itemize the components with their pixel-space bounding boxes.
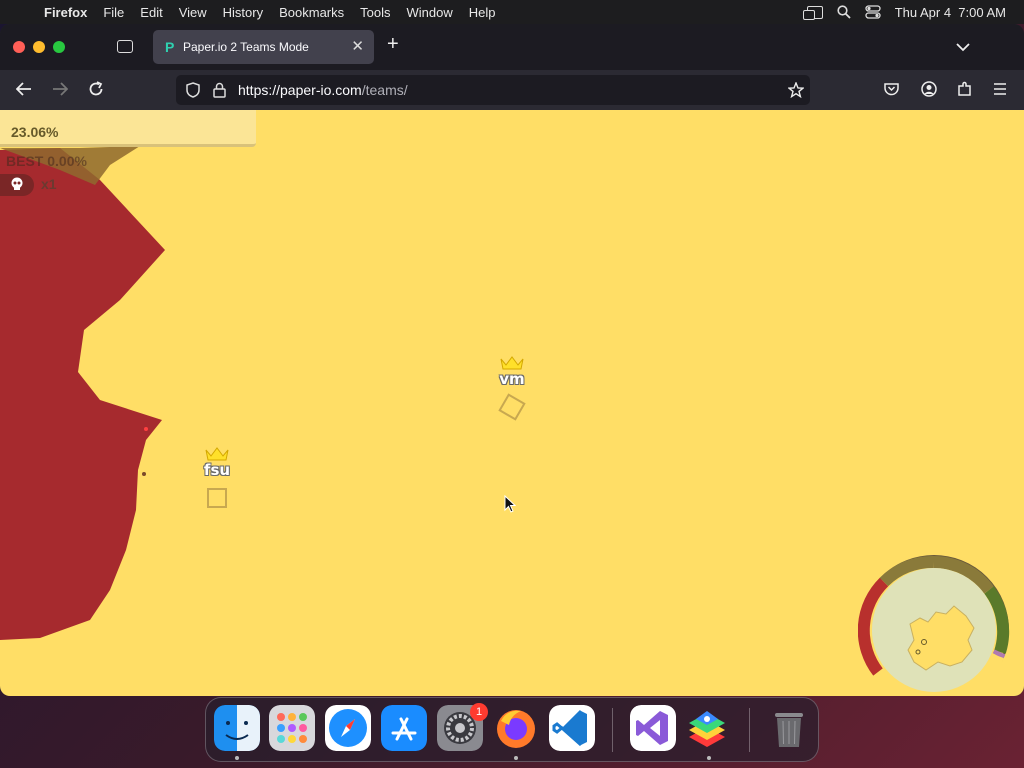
- game-canvas[interactable]: 23.06% BEST 0.00% x1 fsu vm: [0, 110, 1024, 696]
- running-indicator: [514, 756, 518, 760]
- kills-badge: [0, 174, 34, 196]
- extensions-icon[interactable]: [957, 81, 973, 97]
- skull-icon: [11, 177, 23, 190]
- launchpad-icon[interactable]: [269, 705, 315, 751]
- player-square: [207, 488, 227, 508]
- tracking-protection-shield-icon[interactable]: [186, 82, 200, 98]
- new-tab-plus-icon[interactable]: +: [387, 33, 399, 56]
- navigation-toolbar: https://paper-io.com/teams/: [0, 70, 1024, 110]
- kills-count: x1: [41, 176, 57, 192]
- spotlight-search-icon[interactable]: [837, 5, 851, 19]
- territory-percent: 23.06%: [11, 124, 59, 140]
- tab-close-icon[interactable]: ✕: [351, 37, 364, 55]
- player-fsu: fsu: [187, 446, 247, 508]
- list-all-tabs-chevron-icon[interactable]: [956, 42, 970, 52]
- menu-history[interactable]: History: [215, 5, 271, 20]
- vscode-icon[interactable]: [549, 705, 595, 751]
- visual-studio-icon[interactable]: [630, 705, 676, 751]
- player-name: vm: [499, 370, 525, 388]
- macos-menubar: Firefox File Edit View History Bookmarks…: [0, 0, 1024, 24]
- running-indicator: [707, 756, 711, 760]
- reload-icon[interactable]: [88, 81, 104, 97]
- app-store-icon[interactable]: [381, 705, 427, 751]
- url-bar[interactable]: https://paper-io.com/teams/: [176, 75, 810, 105]
- menu-help[interactable]: Help: [461, 5, 504, 20]
- firefox-icon[interactable]: [493, 705, 539, 751]
- url-path: /teams/: [361, 82, 408, 98]
- account-icon[interactable]: [921, 81, 937, 97]
- mouse-cursor-icon: [504, 495, 516, 513]
- best-score: BEST 0.00%: [6, 153, 87, 169]
- menu-bookmarks[interactable]: Bookmarks: [271, 5, 352, 20]
- safari-icon[interactable]: [325, 705, 371, 751]
- running-indicator: [235, 756, 239, 760]
- trash-icon[interactable]: [766, 705, 812, 751]
- macos-dock: [205, 697, 819, 762]
- crown-icon: [500, 356, 524, 370]
- player-name: fsu: [203, 461, 231, 479]
- menu-view[interactable]: View: [171, 5, 215, 20]
- fullscreen-window-button[interactable]: [53, 41, 65, 53]
- browser-window: P Paper.io 2 Teams Mode ✕ + https://pape…: [0, 24, 1024, 696]
- dock-separator: [612, 708, 613, 752]
- lock-icon[interactable]: [213, 82, 226, 98]
- screen-mirroring-icon[interactable]: [802, 5, 823, 20]
- menu-window[interactable]: Window: [399, 5, 461, 20]
- menu-tools[interactable]: Tools: [352, 5, 398, 20]
- url-host: https://paper-io.com: [238, 82, 362, 98]
- tab-active[interactable]: P Paper.io 2 Teams Mode ✕: [153, 30, 374, 64]
- menu-file[interactable]: File: [95, 5, 132, 20]
- forward-arrow-icon[interactable]: [52, 82, 68, 96]
- close-window-button[interactable]: [13, 41, 25, 53]
- player-vm: vm: [482, 355, 542, 421]
- finder-icon[interactable]: [214, 705, 260, 751]
- dock-separator: [749, 708, 750, 752]
- url-text[interactable]: https://paper-io.com/teams/: [238, 82, 408, 98]
- minimize-window-button[interactable]: [33, 41, 45, 53]
- pocket-icon[interactable]: [884, 82, 899, 96]
- menubar-clock[interactable]: Thu Apr 4 7:00 AM: [895, 5, 1006, 20]
- crown-icon: [205, 447, 229, 461]
- territory-stats-bar: 23.06%: [0, 110, 256, 147]
- back-arrow-icon[interactable]: [16, 82, 32, 96]
- menu-app-name[interactable]: Firefox: [40, 5, 95, 20]
- menu-edit[interactable]: Edit: [132, 5, 170, 20]
- hamburger-menu-icon[interactable]: [993, 83, 1007, 95]
- settings-notification-badge: 1: [470, 703, 488, 721]
- minimap: [858, 555, 1010, 696]
- tab-title: Paper.io 2 Teams Mode: [183, 40, 309, 54]
- paperio-favicon-icon: P: [165, 39, 175, 55]
- player-square: [498, 393, 526, 421]
- control-center-icon[interactable]: [865, 5, 881, 19]
- tab-overview-icon[interactable]: [117, 40, 133, 53]
- bluestacks-icon[interactable]: [684, 705, 730, 751]
- bookmark-star-icon[interactable]: [788, 82, 804, 98]
- tab-bar: P Paper.io 2 Teams Mode ✕ +: [0, 24, 1024, 70]
